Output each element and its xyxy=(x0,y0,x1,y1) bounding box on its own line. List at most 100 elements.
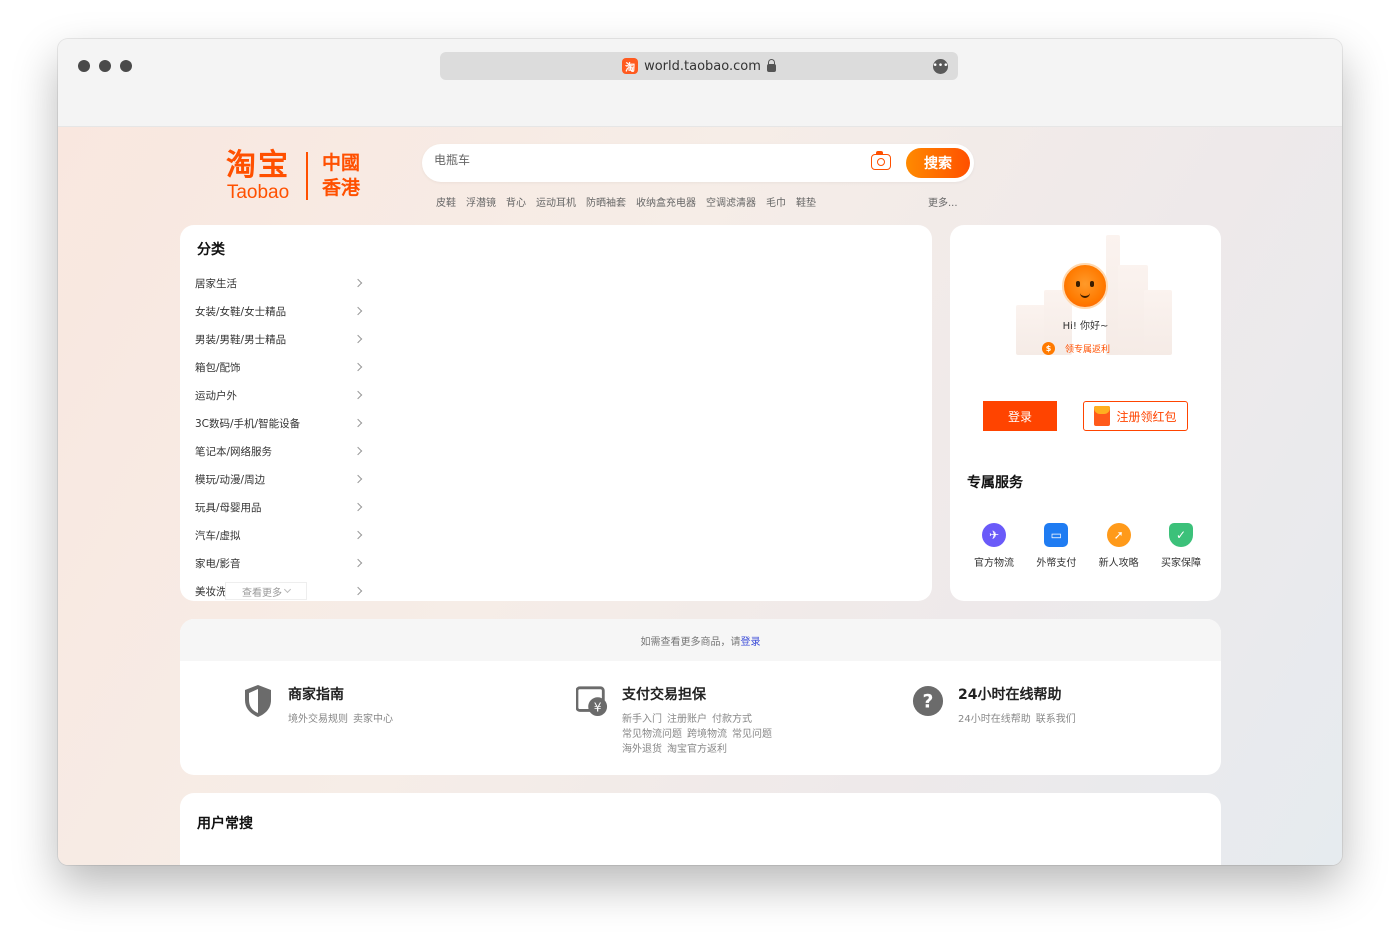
hotword-link[interactable]: 鞋垫 xyxy=(796,194,816,209)
service-label: 外幣支付 xyxy=(1036,558,1077,569)
taobao-logo[interactable]: 淘宝 Taobao 中國 香港 xyxy=(226,149,364,203)
camera-search-icon[interactable] xyxy=(871,151,891,170)
hotword-link[interactable]: 毛巾 xyxy=(766,194,786,209)
mascot-avatar xyxy=(1062,263,1108,309)
chevron-right-icon xyxy=(353,306,363,316)
hotword-link[interactable]: 浮潜镜 xyxy=(466,194,496,209)
category-label: 笔记本/网络服务 xyxy=(195,445,273,458)
category-item[interactable]: 笔记本/网络服务 xyxy=(195,437,363,465)
category-label: 男装/男鞋/男士精品 xyxy=(195,333,287,346)
service-label: 买家保障 xyxy=(1160,558,1201,569)
info-section-help: ? 24小时在线帮助 24小时在线帮助 联系我们 xyxy=(912,683,1081,727)
info-link[interactable]: 常见物流问题 xyxy=(622,729,682,740)
hotwords-more-link[interactable]: 更多... xyxy=(928,194,958,209)
info-section-merchant: 商家指南 境外交易规则 卖家中心 xyxy=(242,683,398,727)
logo-divider xyxy=(306,152,308,200)
logo-mark: 淘宝 Taobao xyxy=(226,149,290,203)
hotword-link[interactable]: 背心 xyxy=(506,194,526,209)
info-link[interactable]: 付款方式 xyxy=(712,714,752,725)
service-label: 新人攻略 xyxy=(1098,558,1139,569)
hotword-link[interactable]: 收纳盒充电器 xyxy=(636,194,696,209)
popular-searches-title: 用户常搜 xyxy=(197,816,253,832)
category-label: 女装/女鞋/女士精品 xyxy=(195,305,287,318)
search-bar: 搜索 xyxy=(422,144,974,182)
help-icon: ? xyxy=(912,683,944,719)
more-options-icon[interactable]: ••• xyxy=(933,59,948,74)
info-link[interactable]: 常见问题 xyxy=(732,729,772,740)
login-prompt: 如需查看更多商品，请 登录 xyxy=(180,619,1221,661)
compass-icon: ➚ xyxy=(1106,523,1131,547)
category-item[interactable]: 家电/影音 xyxy=(195,549,363,577)
chevron-right-icon xyxy=(353,502,363,512)
chevron-right-icon xyxy=(353,278,363,288)
category-item[interactable]: 运动户外 xyxy=(195,381,363,409)
category-item[interactable]: 3C数码/手机/智能设备 xyxy=(195,409,363,437)
info-link[interactable]: 境外交易规则 xyxy=(288,714,348,725)
see-more-button[interactable]: 查看更多 xyxy=(225,582,307,600)
service-item[interactable]: ➚ 新人攻略 xyxy=(1090,523,1148,569)
search-button[interactable]: 搜索 xyxy=(906,148,970,178)
info-link[interactable]: 联系我们 xyxy=(1036,714,1076,725)
hot-search-words: 皮鞋 浮潜镜 背心 运动耳机 防晒袖套 收纳盒充电器 空调滤清器 毛巾 鞋垫 xyxy=(436,194,816,209)
category-item[interactable]: 玩具/母婴用品 xyxy=(195,493,363,521)
chevron-right-icon xyxy=(353,558,363,568)
window-minimize-button[interactable] xyxy=(99,60,111,72)
chevron-right-icon xyxy=(353,334,363,344)
login-prompt-text: 如需查看更多商品，请 xyxy=(640,636,741,648)
service-label: 官方物流 xyxy=(974,558,1014,569)
category-item[interactable]: 居家生活 xyxy=(195,269,363,297)
login-prompt-link[interactable]: 登录 xyxy=(741,633,761,648)
category-label: 玩具/母婴用品 xyxy=(195,501,262,514)
chevron-right-icon xyxy=(353,446,363,456)
category-item[interactable]: 女装/女鞋/女士精品 xyxy=(195,297,363,325)
info-section-title: 24小时在线帮助 xyxy=(958,687,1062,703)
service-item[interactable]: ✓ 买家保障 xyxy=(1152,523,1210,569)
taobao-favicon-icon: 淘 xyxy=(622,58,639,74)
category-list: 居家生活 女装/女鞋/女士精品 男装/男鞋/男士精品 箱包/配饰 运动户外 3C… xyxy=(195,269,363,605)
see-more-label: 查看更多 xyxy=(242,587,282,599)
info-section-payment: ¥ 支付交易担保 新手入门 注册账户 付款方式 常见物流问题 跨境物流 常见问题 海外退… xyxy=(576,683,777,757)
region-line-1: 中國 xyxy=(322,152,361,174)
search-input[interactable] xyxy=(434,153,854,167)
window-zoom-button[interactable] xyxy=(120,60,132,72)
category-item[interactable]: 箱包/配饰 xyxy=(195,353,363,381)
info-link[interactable]: 卖家中心 xyxy=(353,714,393,725)
info-link[interactable]: 跨境物流 xyxy=(687,729,727,740)
category-label: 箱包/配饰 xyxy=(195,361,241,374)
window-close-button[interactable] xyxy=(78,60,90,72)
shield-icon xyxy=(242,683,274,719)
window-controls xyxy=(78,60,132,72)
category-label: 模玩/动漫/周边 xyxy=(195,473,266,486)
service-item[interactable]: ✈ 官方物流 xyxy=(965,523,1023,569)
service-item[interactable]: ▭ 外幣支付 xyxy=(1027,523,1085,569)
chevron-right-icon xyxy=(353,530,363,540)
hotword-link[interactable]: 运动耳机 xyxy=(536,194,576,209)
register-button[interactable]: 注册领红包 xyxy=(1083,401,1188,431)
address-bar[interactable]: 淘 world.taobao.com ••• xyxy=(440,52,958,80)
services-row: ✈ 官方物流 ▭ 外幣支付 ➚ 新人攻略 ✓ 买家保障 xyxy=(965,523,1210,569)
rebate-link[interactable]: $ 领专属返利 xyxy=(1042,342,1110,355)
category-item[interactable]: 男装/男鞋/男士精品 xyxy=(195,325,363,353)
info-link[interactable]: 注册账户 xyxy=(667,714,707,725)
info-link[interactable]: 淘宝官方返利 xyxy=(667,744,727,755)
chevron-right-icon xyxy=(353,362,363,372)
logistics-icon: ✈ xyxy=(982,523,1006,547)
login-button[interactable]: 登录 xyxy=(983,401,1057,431)
info-link[interactable]: 新手入门 xyxy=(622,714,662,725)
info-panel: 如需查看更多商品，请 登录 商家指南 境外交易规则 卖家中心 ¥ 支付交易担保 … xyxy=(180,619,1221,775)
hotword-link[interactable]: 皮鞋 xyxy=(436,194,456,209)
category-item[interactable]: 汽车/虚拟 xyxy=(195,521,363,549)
category-item[interactable]: 模玩/动漫/周边 xyxy=(195,465,363,493)
info-link[interactable]: 海外退货 xyxy=(622,744,662,755)
user-panel: Hi! 你好~ $ 领专属返利 登录 注册领红包 专属服务 ✈ 官方物流 ▭ 外… xyxy=(950,225,1221,601)
greeting-text: Hi! 你好~ xyxy=(1062,321,1109,332)
category-label: 3C数码/手机/智能设备 xyxy=(195,417,301,430)
info-section-title: 商家指南 xyxy=(288,687,344,703)
info-links: 新手入门 注册账户 付款方式 常见物流问题 跨境物流 常见问题 海外退货 淘宝官方返利 xyxy=(622,712,777,757)
logo-chinese: 淘宝 xyxy=(226,148,290,183)
svg-text:¥: ¥ xyxy=(594,700,602,714)
hotword-link[interactable]: 空调滤清器 xyxy=(706,194,756,209)
info-link[interactable]: 24小时在线帮助 xyxy=(958,714,1031,725)
hotword-link[interactable]: 防晒袖套 xyxy=(586,194,626,209)
info-links: 24小时在线帮助 联系我们 xyxy=(958,712,1081,727)
